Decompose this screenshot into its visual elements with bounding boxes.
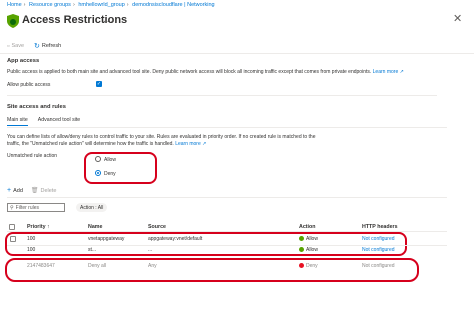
column-header-priority[interactable]: Priority ↑	[27, 224, 50, 230]
breadcrumb-separator: ›	[23, 2, 26, 8]
row-http-headers[interactable]: Not configured	[362, 236, 395, 242]
delete-label: Delete	[40, 187, 57, 194]
row-priority: 2147483647	[27, 263, 55, 269]
column-header-priority-label: Priority	[27, 224, 46, 230]
row-action-label: Deny	[306, 263, 318, 269]
external-link-icon[interactable]: ↗	[400, 69, 404, 75]
app-access-description-text: Public access is applied to both main si…	[7, 69, 372, 75]
row-http-headers[interactable]: Not configured	[362, 247, 395, 253]
filter-rules-input[interactable]: ⚲ Filter rules	[7, 203, 65, 212]
breadcrumb-separator: ›	[72, 2, 75, 8]
save-icon: ▫	[7, 42, 10, 50]
row-action-label: Allow	[306, 247, 318, 253]
site-access-description-text: traffic, the "Unmatched rule action" wil…	[7, 141, 174, 147]
row-source: appgateway:vnet/default	[148, 236, 203, 242]
tabs-divider	[7, 127, 447, 128]
breadcrumb-separator: ›	[126, 2, 129, 8]
plus-icon: +	[7, 187, 12, 194]
filter-placeholder: Filter rules	[15, 204, 40, 211]
table-row[interactable]: 100 vnetappgateway appgateway:vnet/defau…	[0, 234, 474, 245]
breadcrumb-home[interactable]: Home	[7, 2, 22, 8]
column-header-name: Name	[88, 224, 103, 230]
action-filter-pill[interactable]: Action : All	[76, 203, 108, 212]
table-row[interactable]: 2147483647 Deny all Any Deny Not configu…	[0, 262, 474, 273]
add-label: Add	[13, 187, 23, 194]
row-checkbox[interactable]	[10, 236, 16, 242]
divider	[0, 53, 474, 54]
breadcrumb-resource-groups[interactable]: Resource groups	[29, 2, 71, 8]
site-access-learn-more-link[interactable]: Learn more	[175, 141, 201, 147]
row-priority: 100	[27, 236, 36, 242]
refresh-button[interactable]: ↻ Refresh	[34, 43, 61, 50]
app-access-description: Public access is applied to both main si…	[7, 69, 404, 75]
row-source: ...	[148, 247, 153, 253]
allow-radio-label: Allow	[104, 156, 116, 163]
add-rule-button[interactable]: + Add	[7, 187, 23, 194]
filter-icon: ⚲	[10, 204, 14, 211]
breadcrumb: Home › Resource groups › hmhellowrld_group…	[7, 2, 215, 8]
allow-public-access-label: Allow public access	[7, 82, 51, 88]
external-link-icon[interactable]: ↗	[202, 141, 206, 147]
column-header-source: Source	[148, 224, 166, 230]
breadcrumb-networking[interactable]: demodnsiscloudflare | Networking	[132, 2, 214, 8]
site-access-description-line2: traffic, the "Unmatched rule action" wil…	[7, 141, 206, 147]
deny-status-icon	[299, 262, 304, 268]
trash-icon: 🗑	[30, 188, 39, 194]
site-tabs: Main site Advanced tool site	[7, 117, 80, 126]
command-bar: ▫ Save ↻ Refresh	[7, 40, 61, 52]
row-name: st...	[88, 247, 97, 253]
refresh-label: Refresh	[41, 43, 62, 49]
row-http-headers: Not configured	[362, 263, 395, 269]
app-access-heading: App access	[7, 58, 40, 64]
allow-status-icon	[299, 246, 304, 252]
select-all-checkbox[interactable]	[9, 224, 15, 230]
rules-toolbar: + Add 🗑 Delete	[7, 187, 56, 194]
refresh-icon: ↻	[34, 42, 40, 50]
close-icon[interactable]: ✕	[453, 12, 462, 25]
divider	[7, 95, 437, 96]
row-action: Allow	[299, 235, 318, 242]
row-action: Allow	[299, 246, 318, 253]
shield-icon	[7, 14, 19, 28]
sort-ascending-icon: ↑	[47, 224, 50, 230]
site-access-description-line1: You can define lists of allow/deny rules…	[7, 134, 316, 140]
tab-advanced-tool-site[interactable]: Advanced tool site	[38, 117, 80, 126]
save-label: Save	[11, 43, 25, 49]
divider	[7, 197, 447, 198]
allow-radio[interactable]	[95, 156, 101, 162]
allow-status-icon	[299, 235, 304, 241]
save-button[interactable]: ▫ Save	[7, 43, 24, 50]
column-header-http-headers: HTTP headers	[362, 224, 398, 230]
deny-radio-label: Deny	[104, 170, 116, 177]
row-name: vnetappgateway	[88, 236, 125, 242]
breadcrumb-resource-group[interactable]: hmhellowrld_group	[78, 2, 124, 8]
deny-radio[interactable]	[95, 170, 101, 176]
allow-public-access-checkbox[interactable]: ✓	[96, 81, 102, 87]
delete-rule-button[interactable]: 🗑 Delete	[30, 187, 57, 195]
app-access-learn-more-link[interactable]: Learn more	[373, 69, 399, 75]
more-options-icon[interactable]: ...	[103, 14, 114, 25]
row-action-label: Allow	[306, 236, 318, 242]
row-source: Any	[148, 263, 157, 269]
tab-main-site[interactable]: Main site	[7, 117, 28, 126]
column-header-action: Action	[299, 224, 316, 230]
row-priority: 100	[27, 247, 36, 253]
row-action: Deny	[299, 262, 318, 269]
site-access-heading: Site access and rules	[7, 104, 66, 110]
table-row[interactable]: 100 st... ... Allow Not configured	[0, 246, 474, 257]
row-name: Deny all	[88, 263, 107, 269]
unmatched-rule-action-label: Unmatched rule action	[7, 153, 58, 159]
